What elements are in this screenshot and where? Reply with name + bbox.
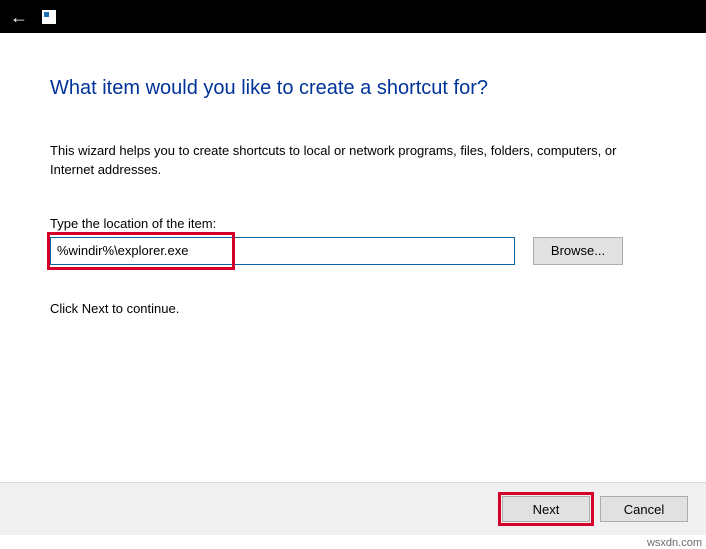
location-input[interactable] [50, 237, 515, 265]
next-button[interactable]: Next [502, 496, 590, 522]
titlebar: ← [0, 0, 706, 33]
location-input-row: Browse... [50, 237, 666, 265]
wizard-description: This wizard helps you to create shortcut… [50, 142, 630, 180]
wizard-content: What item would you like to create a sho… [0, 33, 706, 336]
location-input-wrap [50, 237, 515, 265]
watermark: wsxdn.com [647, 537, 702, 549]
page-title: What item would you like to create a sho… [50, 77, 666, 100]
back-arrow-icon[interactable]: ← [10, 8, 28, 26]
cancel-button[interactable]: Cancel [600, 496, 688, 522]
wizard-footer: Next Cancel [0, 482, 706, 535]
browse-button[interactable]: Browse... [533, 237, 623, 265]
next-button-wrap: Next [502, 496, 590, 522]
location-field-label: Type the location of the item: [50, 216, 666, 231]
window-icon [42, 10, 56, 24]
continue-instruction: Click Next to continue. [50, 301, 666, 316]
